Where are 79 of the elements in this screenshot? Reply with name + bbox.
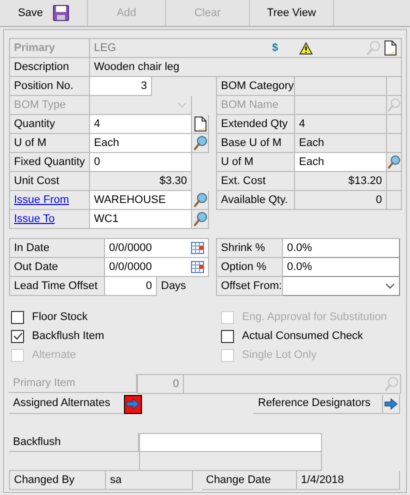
arrow-button[interactable] <box>124 394 142 414</box>
note-icon[interactable] <box>194 116 206 132</box>
field-label: U of M <box>221 154 254 170</box>
assigned-alternates-label: Assigned Alternates <box>12 396 112 412</box>
arrow-right-icon <box>126 398 140 410</box>
note-icon[interactable] <box>384 40 397 56</box>
value-field: sa <box>106 471 193 490</box>
field-label: Backflush <box>13 434 61 450</box>
value-field: $13.20 <box>295 172 387 191</box>
field-label: Lead Time Offset <box>14 278 98 294</box>
input-field[interactable] <box>139 433 322 452</box>
checkbox[interactable] <box>11 311 24 324</box>
input-field[interactable]: 4 <box>90 115 192 134</box>
input-field[interactable]: Each <box>90 134 192 153</box>
input-field[interactable]: Each <box>295 153 387 172</box>
field-suffix: Days <box>160 279 188 294</box>
field-label: Changed By <box>14 472 75 488</box>
value-field: 4 <box>295 115 387 134</box>
input-field[interactable]: 0/0/0000 <box>105 239 209 258</box>
field-label: Shrink % <box>221 240 266 256</box>
checkbox-label: Backflush Item <box>32 329 104 344</box>
value-field: LEG $ <box>90 39 402 58</box>
checkbox[interactable] <box>11 330 24 343</box>
calendar-icon[interactable] <box>191 242 204 254</box>
calendar-icon[interactable] <box>191 261 204 273</box>
value-field: 0 <box>137 375 184 394</box>
field-label: U of M <box>14 136 46 151</box>
checkbox-label: Alternate <box>32 348 76 364</box>
toolbar-button[interactable]: Save <box>0 0 88 26</box>
field-label: Out Date <box>14 260 58 275</box>
field-label: BOM Category <box>221 78 294 94</box>
input-field[interactable]: 3 <box>90 77 152 96</box>
field-label: Available Qty. <box>221 192 288 208</box>
field-label: Position No. <box>14 78 74 94</box>
field-label: Option % <box>221 260 266 275</box>
checkbox-label: Single Lot Only <box>242 348 317 364</box>
dropdown-field[interactable] <box>283 277 400 296</box>
checkbox-label: Eng. Approval for Substitution <box>242 310 387 326</box>
warning-icon <box>299 42 313 54</box>
field-link[interactable]: Issue From <box>14 192 70 208</box>
checkbox-label: Actual Consumed Check <box>242 329 364 344</box>
currency-icon: $ <box>272 40 299 56</box>
input-field[interactable]: 0 <box>90 153 192 172</box>
field-label: Fixed Quantity <box>14 154 85 170</box>
field-link[interactable]: Issue To <box>14 210 55 228</box>
value-field: 1/4/2018 <box>297 471 400 490</box>
value-field: 0 <box>295 191 387 210</box>
field-label: Change Date <box>206 472 271 488</box>
search-icon[interactable] <box>192 192 208 208</box>
field-label: BOM Type <box>14 98 66 113</box>
input-field[interactable]: 0/0/0000 <box>105 258 209 277</box>
field-label: Primary <box>14 40 55 56</box>
toolbar-button[interactable]: Tree View <box>250 0 334 26</box>
field-label: Description <box>14 60 70 75</box>
search-icon[interactable] <box>192 211 208 227</box>
field-label: Primary Item <box>13 376 76 391</box>
checkbox[interactable] <box>221 330 234 343</box>
input-field[interactable]: 0 <box>105 277 157 296</box>
search-icon[interactable] <box>387 154 401 170</box>
arrow-button[interactable] <box>383 394 400 414</box>
field-label: Quantity <box>14 116 55 132</box>
field-label: Base U of M <box>221 136 282 151</box>
field-label: Extended Qty <box>221 116 288 132</box>
chevron-down-icon[interactable] <box>385 283 395 289</box>
input-field[interactable]: WAREHOUSE <box>90 191 192 210</box>
checkmark-icon <box>12 332 22 341</box>
reference-designators-label: Reference Designators <box>253 394 383 414</box>
field-label: Offset From: <box>221 278 282 294</box>
search-icon[interactable] <box>192 135 208 151</box>
empty-cell <box>387 191 402 210</box>
field-label: In Date <box>14 240 50 256</box>
input-field[interactable]: WC1 <box>90 210 192 229</box>
input-field[interactable]: 0.0% <box>283 239 400 258</box>
field-label: Ext. Cost <box>221 174 266 189</box>
checkbox-label: Floor Stock <box>32 310 88 326</box>
field-label: BOM Name <box>221 98 278 113</box>
arrow-right-icon <box>384 398 398 410</box>
field-label: Unit Cost <box>14 174 60 189</box>
input-field[interactable]: 0.0% <box>283 258 400 277</box>
